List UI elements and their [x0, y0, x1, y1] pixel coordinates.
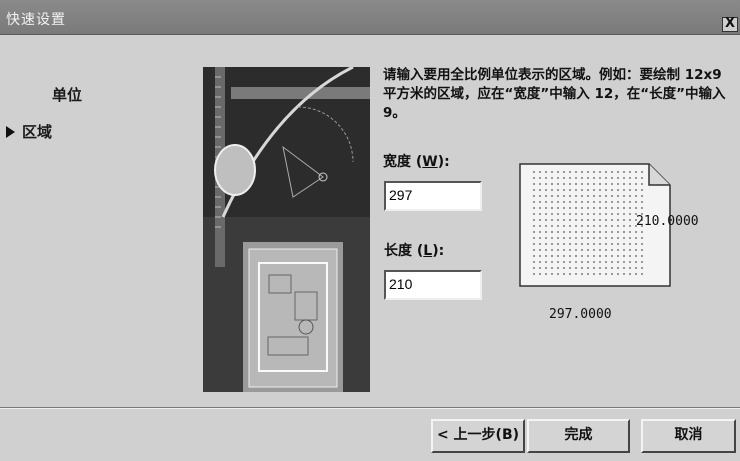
footer-separator — [0, 407, 740, 409]
preview-height-value: 210.0000 — [636, 214, 699, 229]
width-hotkey: W — [422, 154, 438, 170]
length-label-text: 长度 — [384, 243, 412, 259]
length-hotkey: L — [423, 243, 433, 259]
nav-item-area[interactable]: 区域 — [22, 121, 52, 142]
preview-width-value: 297.0000 — [549, 307, 612, 322]
width-input[interactable]: 297 — [384, 181, 482, 211]
nav-item-units[interactable]: 单位 — [52, 84, 82, 105]
finish-button[interactable]: 完成 — [527, 419, 630, 453]
length-label: 长度 (L): — [384, 243, 445, 259]
instruction-text: 请输入要用全比例单位表示的区域。例如：要绘制 12x9 平方米的区域，应在“宽度… — [383, 67, 726, 121]
width-label: 宽度 (W): — [383, 154, 450, 170]
cancel-button[interactable]: 取消 — [641, 419, 736, 453]
close-icon: X — [724, 16, 736, 31]
drawing-board-illustration — [203, 67, 370, 392]
title-bar: 快速设置 X — [0, 0, 740, 35]
close-button[interactable]: X — [722, 17, 738, 32]
current-step-arrow-icon — [6, 126, 15, 138]
back-button[interactable]: < 上一步(B) — [431, 419, 525, 453]
wizard-illustration — [203, 67, 370, 392]
length-input[interactable]: 210 — [384, 270, 482, 300]
width-label-text: 宽度 — [383, 154, 411, 170]
window-title: 快速设置 — [6, 12, 66, 28]
